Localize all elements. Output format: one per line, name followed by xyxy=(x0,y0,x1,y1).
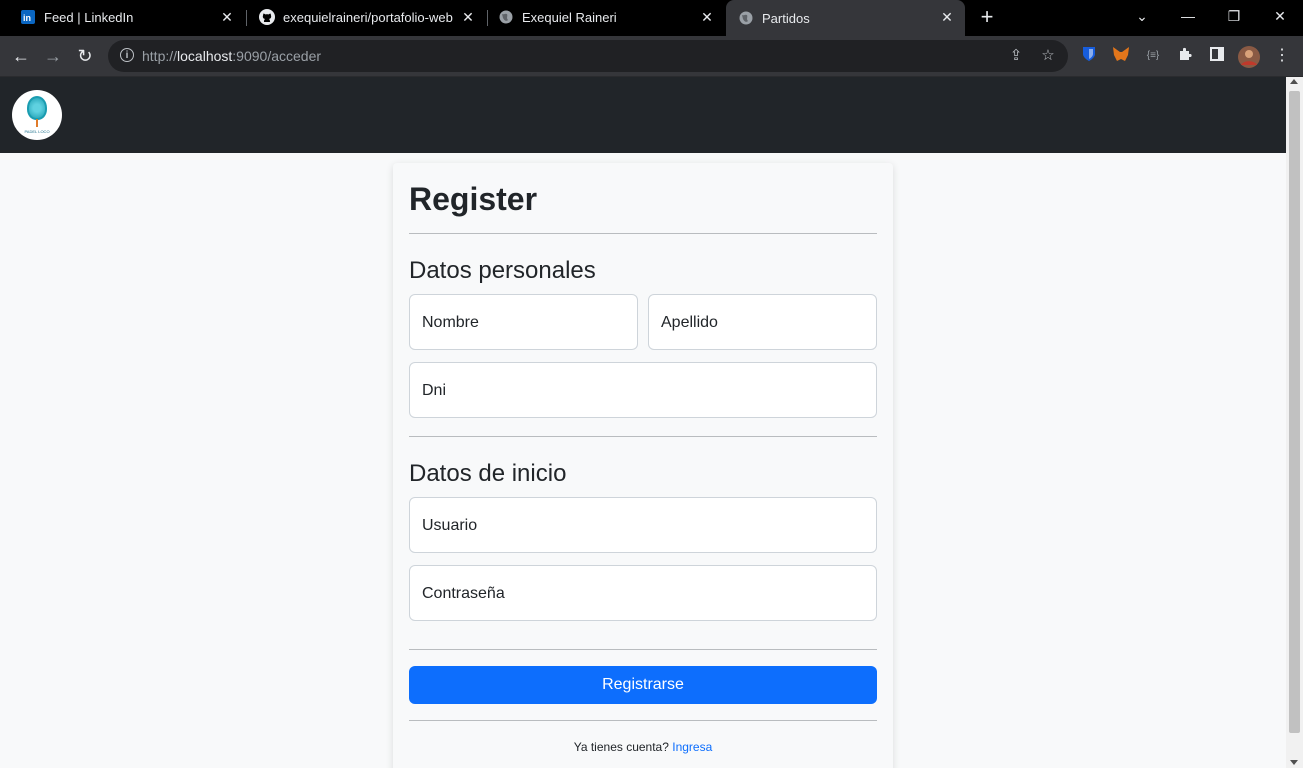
site-info-icon[interactable]: i xyxy=(120,48,134,62)
linkedin-icon: in xyxy=(20,9,36,25)
login-prompt: Ya tienes cuenta? Ingresa xyxy=(409,740,877,754)
url-text[interactable]: http://localhost:9090/acceder xyxy=(142,48,321,64)
browser-tab-bar: in Feed | LinkedIn ✕ exequielraineri/por… xyxy=(0,0,1303,36)
profile-avatar[interactable] xyxy=(1238,46,1260,68)
page-scrollbar[interactable] xyxy=(1286,77,1303,768)
reload-icon[interactable]: ↻ xyxy=(73,44,97,68)
scroll-up-arrow-icon[interactable] xyxy=(1290,79,1298,84)
logo-text: PADEL LOCO xyxy=(24,129,50,134)
tab-title: Exequiel Raineri xyxy=(522,9,617,25)
divider xyxy=(409,649,877,650)
github-icon xyxy=(259,9,275,25)
address-bar[interactable]: i http://localhost:9090/acceder ⇪ ☆ xyxy=(108,40,1068,72)
tab-partidos[interactable]: Partidos ✕ xyxy=(726,0,965,36)
tab-exequiel-raineri[interactable]: Exequiel Raineri ✕ xyxy=(488,0,725,34)
racket-handle xyxy=(36,119,38,127)
apellido-placeholder: Apellido xyxy=(661,314,718,331)
section-title-login: Datos de inicio xyxy=(409,460,567,487)
password-field[interactable]: Contraseña xyxy=(409,565,877,621)
globe-icon xyxy=(498,9,514,25)
page-title: Register xyxy=(409,181,538,217)
login-prompt-text: Ya tienes cuenta? xyxy=(573,740,669,754)
close-icon[interactable]: ✕ xyxy=(219,9,235,25)
tab-linkedin[interactable]: in Feed | LinkedIn ✕ xyxy=(0,0,245,34)
globe-icon xyxy=(738,10,754,26)
back-icon[interactable]: ← xyxy=(9,44,33,68)
bookmark-star-icon[interactable]: ☆ xyxy=(1038,46,1058,66)
extensions-puzzle-icon[interactable] xyxy=(1175,46,1195,66)
scroll-down-arrow-icon[interactable] xyxy=(1290,760,1298,765)
nombre-placeholder: Nombre xyxy=(422,314,479,331)
padel-racket-icon xyxy=(27,96,47,120)
menu-kebab-icon[interactable]: ⋮ xyxy=(1272,46,1292,66)
usuario-placeholder: Usuario xyxy=(422,517,478,534)
close-icon[interactable]: ✕ xyxy=(699,9,715,25)
restore-button[interactable]: ❐ xyxy=(1222,6,1246,26)
bitwarden-extension-icon[interactable] xyxy=(1079,46,1099,66)
tab-search-icon[interactable]: ⌄ xyxy=(1130,6,1154,26)
usuario-field[interactable]: Usuario xyxy=(409,497,877,553)
password-placeholder: Contraseña xyxy=(422,585,505,602)
apellido-field[interactable]: Apellido xyxy=(648,294,877,350)
site-navbar: PADEL LOCO xyxy=(0,77,1286,153)
new-tab-button[interactable]: + xyxy=(977,6,997,28)
metamask-extension-icon[interactable] xyxy=(1111,46,1131,66)
close-icon[interactable]: ✕ xyxy=(939,9,955,25)
login-link[interactable]: Ingresa xyxy=(672,740,712,754)
tab-github[interactable]: exequielraineri/portafolio-web ✕ xyxy=(247,0,486,34)
dni-placeholder: Dni xyxy=(422,382,447,399)
minimize-button[interactable]: — xyxy=(1176,6,1200,26)
register-button[interactable]: Registrarse xyxy=(409,666,877,704)
tab-title: Feed | LinkedIn xyxy=(44,9,134,25)
json-extension-icon[interactable]: {≡} xyxy=(1143,46,1163,66)
browser-toolbar: ← → ↻ i http://localhost:9090/acceder ⇪ … xyxy=(0,36,1303,77)
padel-logo[interactable]: PADEL LOCO xyxy=(12,90,62,140)
scrollbar-thumb[interactable] xyxy=(1289,91,1300,733)
nombre-field[interactable]: Nombre xyxy=(409,294,638,350)
divider xyxy=(409,720,877,721)
section-title-personal: Datos personales xyxy=(409,257,596,284)
share-icon[interactable]: ⇪ xyxy=(1006,46,1026,66)
tab-title: exequielraineri/portafolio-web xyxy=(283,9,453,25)
side-panel-icon[interactable] xyxy=(1207,46,1227,66)
tab-title: Partidos xyxy=(762,10,810,26)
divider xyxy=(409,436,877,437)
close-window-button[interactable]: ✕ xyxy=(1268,6,1292,26)
register-card: Register Datos personales Nombre Apellid… xyxy=(393,163,893,768)
dni-field[interactable]: Dni xyxy=(409,362,877,418)
svg-text:in: in xyxy=(23,13,31,23)
web-page: PADEL LOCO Register Datos personales Nom… xyxy=(0,77,1286,768)
forward-icon[interactable]: → xyxy=(41,44,65,68)
close-icon[interactable]: ✕ xyxy=(460,9,476,25)
divider xyxy=(409,233,877,234)
